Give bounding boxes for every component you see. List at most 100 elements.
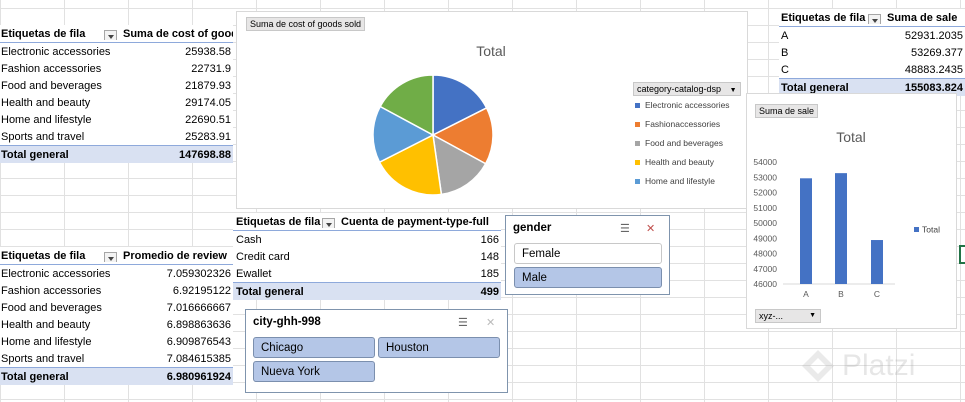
table-row[interactable]: Credit card 148: [233, 248, 501, 265]
legend-item[interactable]: Fashionaccessories: [635, 119, 720, 129]
row-label: Food and beverages: [1, 79, 102, 92]
table-row[interactable]: Cash 166: [233, 231, 501, 248]
row-value: 166: [480, 233, 499, 246]
legend-label: Food and beverages: [645, 138, 723, 148]
y-tick-label: 51000: [753, 203, 777, 213]
legend-filter-button[interactable]: category-catalog-dsp ▼: [633, 82, 741, 96]
watermark-text: Platzi: [842, 349, 916, 382]
legend-label: Electronic accessories: [645, 100, 730, 110]
pivot-header: Etiquetas de fila Cuenta de payment-type…: [233, 213, 501, 231]
value-header: Cuenta de payment-type-full: [341, 215, 489, 228]
table-row[interactable]: Home and lifestyle 6.909876543: [0, 333, 233, 350]
value-header: Promedio de review: [123, 249, 227, 262]
slicer-option[interactable]: Nueva York: [253, 361, 375, 382]
row-value: 29174.05: [185, 96, 231, 109]
filter-dropdown-icon[interactable]: [322, 217, 335, 228]
row-value: 25938.58: [185, 45, 231, 58]
row-label: Food and beverages: [1, 301, 102, 314]
table-row[interactable]: A 52931.2035: [779, 27, 965, 44]
pivot-total-row: Total general 6.980961924: [0, 367, 233, 385]
row-labels-header[interactable]: Etiquetas de fila: [233, 216, 337, 228]
y-tick-label: 48000: [753, 249, 777, 259]
row-labels-header[interactable]: Etiquetas de fila: [779, 12, 883, 24]
multi-select-icon[interactable]: ☰: [458, 317, 472, 329]
y-tick-label: 52000: [753, 188, 777, 198]
row-value: 25283.91: [185, 130, 231, 143]
row-label: Health and beauty: [1, 96, 91, 109]
y-tick-label: 54000: [753, 157, 777, 167]
table-row[interactable]: Ewallet 185: [233, 265, 501, 282]
bar[interactable]: [871, 240, 883, 284]
table-row[interactable]: Health and beauty 29174.05: [0, 94, 233, 111]
row-label: Sports and travel: [1, 130, 85, 143]
row-label: Electronic accessories: [1, 45, 111, 58]
table-row[interactable]: Food and beverages 7.016666667: [0, 299, 233, 316]
filter-dropdown-icon[interactable]: [104, 251, 117, 262]
platzi-watermark: Platzi: [800, 348, 915, 384]
row-value: 48883.2435: [904, 63, 963, 76]
table-row[interactable]: Sports and travel 7.084615385: [0, 350, 233, 367]
total-value: 147698.88: [179, 148, 231, 161]
slicer-option[interactable]: Female: [514, 243, 662, 264]
multi-select-icon[interactable]: ☰: [620, 223, 634, 235]
row-value: 148: [480, 250, 499, 263]
active-cell-border: [959, 245, 965, 264]
chevron-down-icon: ▼: [809, 312, 816, 319]
legend-item[interactable]: Health and beauty: [635, 157, 714, 167]
table-row[interactable]: Fashion accessories 22731.9: [0, 60, 233, 77]
table-row[interactable]: Fashion accessories 6.92195122: [0, 282, 233, 299]
y-tick-label: 47000: [753, 264, 777, 274]
row-label: Home and lifestyle: [1, 335, 92, 348]
filter-dropdown-icon[interactable]: [868, 13, 881, 24]
table-row[interactable]: Food and beverages 21879.93: [0, 77, 233, 94]
slicer-title: city-ghh-998: [253, 316, 321, 328]
y-tick-label: 53000: [753, 172, 777, 182]
city-slicer[interactable]: city-ghh-998 ☰ ✕ Chicago Houston Nueva Yor…: [245, 309, 508, 393]
table-row[interactable]: Sports and travel 25283.91: [0, 128, 233, 145]
slicer-option[interactable]: Male: [514, 267, 662, 288]
row-label: C: [781, 63, 789, 76]
bar-chart[interactable]: Suma de sale Total 54000 53000 52000 51000 5…: [746, 93, 957, 329]
clear-filter-icon[interactable]: ✕: [646, 223, 660, 235]
row-value: 21879.93: [185, 79, 231, 92]
x-tick-label: B: [838, 289, 844, 299]
table-row[interactable]: Electronic accessories 7.059302326: [0, 265, 233, 282]
row-value: 7.084615385: [166, 352, 231, 365]
bar[interactable]: [800, 178, 812, 284]
legend-label[interactable]: Total: [922, 225, 940, 235]
clear-filter-icon[interactable]: ✕: [486, 317, 500, 329]
chevron-down-icon: ▼: [729, 87, 737, 94]
slicer-option[interactable]: Houston: [378, 337, 500, 358]
legend-item[interactable]: Home and lifestyle: [635, 176, 715, 186]
pivot-table-sales: Etiquetas de fila Suma de sale A 52931.20…: [779, 9, 965, 96]
row-labels-header[interactable]: Etiquetas de fila: [0, 28, 119, 40]
table-row[interactable]: Home and lifestyle 22690.51: [0, 111, 233, 128]
value-field-button[interactable]: Suma de cost of goods sold: [246, 17, 366, 31]
slicer-option[interactable]: Chicago: [253, 337, 375, 358]
row-labels-header[interactable]: Etiquetas de fila: [0, 250, 119, 262]
gender-slicer[interactable]: gender ☰ ✕ Female Male: [505, 215, 670, 295]
pie-plot: [372, 74, 494, 196]
table-row[interactable]: Health and beauty 6.898863636: [0, 316, 233, 333]
row-label: Credit card: [236, 250, 290, 263]
row-value: 22731.9: [191, 62, 231, 75]
row-value: 7.059302326: [166, 267, 231, 280]
pivot-total-row: Total general 499: [233, 282, 501, 300]
total-value: 155083.824: [904, 81, 963, 94]
filter-dropdown-icon[interactable]: [104, 29, 117, 40]
row-value: 22690.51: [185, 113, 231, 126]
pie-chart[interactable]: Suma de cost of goods sold Total categor…: [236, 11, 748, 209]
pivot-header: Etiquetas de fila Promedio de review: [0, 247, 233, 265]
total-value: 499: [480, 285, 499, 298]
x-tick-label: C: [874, 289, 880, 299]
axis-filter-label: xyz-...: [759, 311, 783, 321]
row-label: Fashion accessories: [1, 284, 102, 297]
legend-item[interactable]: Food and beverages: [635, 138, 723, 148]
table-row[interactable]: C 48883.2435: [779, 61, 965, 78]
legend-item[interactable]: Electronic accessories: [635, 100, 730, 110]
bar[interactable]: [835, 173, 847, 284]
table-row[interactable]: B 53269.377: [779, 44, 965, 61]
table-row[interactable]: Electronic accessories 25938.58: [0, 43, 233, 60]
row-label: Home and lifestyle: [1, 113, 92, 126]
axis-filter-button[interactable]: xyz-... ▼: [755, 309, 821, 323]
